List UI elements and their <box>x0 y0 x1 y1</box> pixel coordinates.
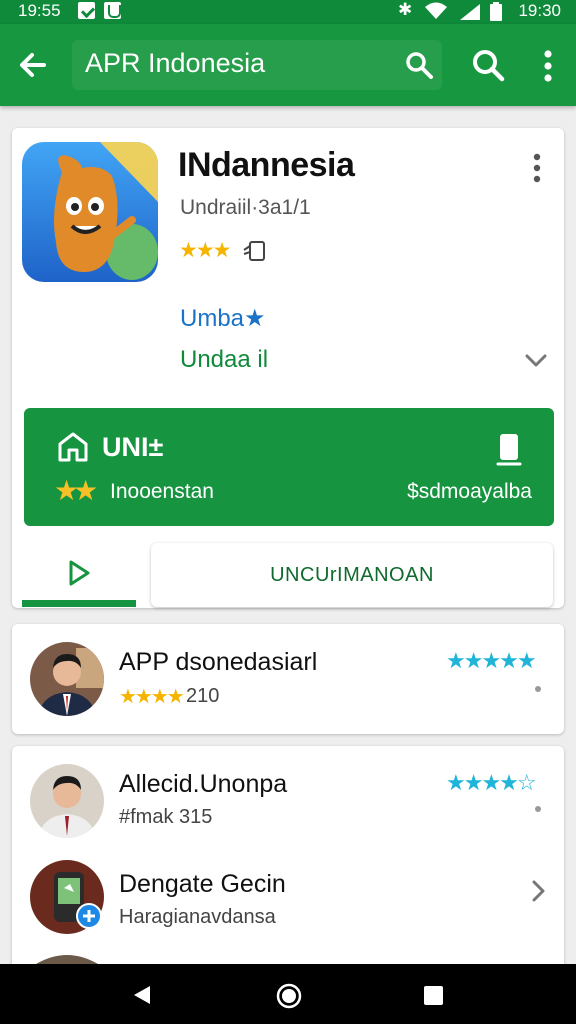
toolbar-title: APR Indonesia <box>85 48 266 78</box>
system-nav-bar <box>0 964 576 1024</box>
status-time-left: 19:55 <box>18 1 61 20</box>
chevron-right-icon[interactable] <box>528 878 548 904</box>
app-icon[interactable] <box>22 142 158 282</box>
review-count: 210 <box>186 685 220 707</box>
install-button[interactable]: UNI± ★★ Inooenstan $sdmoayalba <box>24 408 554 526</box>
review-title: APP dsonedasiarl <box>119 648 318 676</box>
search-icon[interactable] <box>468 45 508 85</box>
dot-indicator <box>535 686 541 692</box>
install-stars: ★★ <box>54 475 98 506</box>
device-icon <box>496 434 522 466</box>
install-label: UNI± <box>102 432 164 462</box>
tab-description[interactable]: UNCUrIMANOAN <box>151 543 553 607</box>
status-time-right: 19:30 <box>518 1 561 20</box>
add-icon[interactable] <box>76 903 102 929</box>
avatar <box>30 642 104 716</box>
play-icon <box>69 560 90 586</box>
nav-back-icon[interactable] <box>132 984 152 1006</box>
app-name: INdannesia <box>178 146 355 184</box>
developer-link[interactable]: Umba★ <box>180 304 266 333</box>
more-vert-icon[interactable] <box>532 46 564 86</box>
search-icon[interactable] <box>402 48 436 82</box>
chevron-down-icon[interactable] <box>522 346 550 374</box>
app-toolbar: APR Indonesia <box>0 24 576 106</box>
list-item-subtitle: Haragianavdansa <box>119 906 276 928</box>
avatar <box>36 955 98 964</box>
install-left-text: Inooenstan <box>110 480 214 503</box>
install-right-text: $sdmoayalba <box>407 480 532 503</box>
list-item-title: Dengate Gecin <box>119 870 286 898</box>
wifi-icon <box>425 2 447 19</box>
list-item-subtitle: #fmak 315 <box>119 806 213 828</box>
back-arrow-icon[interactable] <box>14 46 52 84</box>
list-item-title: Allecid.Unonpa <box>119 770 288 798</box>
content-rating-icon <box>243 241 265 261</box>
app-rating-stars: ★★★ <box>179 239 232 262</box>
battery-icon <box>490 2 502 21</box>
app-subtitle: Undraiil·3a1/1 <box>180 196 311 219</box>
bluetooth-icon: ✱ <box>398 0 413 19</box>
nav-recents-icon[interactable] <box>424 986 443 1005</box>
list-item-stars: ★★★★☆ <box>446 770 537 795</box>
review-stars: ★★★★ <box>119 686 185 708</box>
review-right-stars: ★★★★★ <box>446 648 537 673</box>
signal-icon <box>460 4 480 20</box>
dot-indicator <box>535 806 541 812</box>
more-vert-icon[interactable] <box>525 150 549 186</box>
status-bar: 19:55 ✱ 19:30 <box>0 0 576 24</box>
category-link[interactable]: Undaa il <box>180 346 268 374</box>
download-icon <box>78 2 95 19</box>
shield-icon <box>104 2 121 19</box>
install-icon <box>58 432 88 462</box>
avatar <box>30 764 104 838</box>
tab-play[interactable] <box>22 543 136 607</box>
nav-home-icon[interactable] <box>276 983 302 1009</box>
